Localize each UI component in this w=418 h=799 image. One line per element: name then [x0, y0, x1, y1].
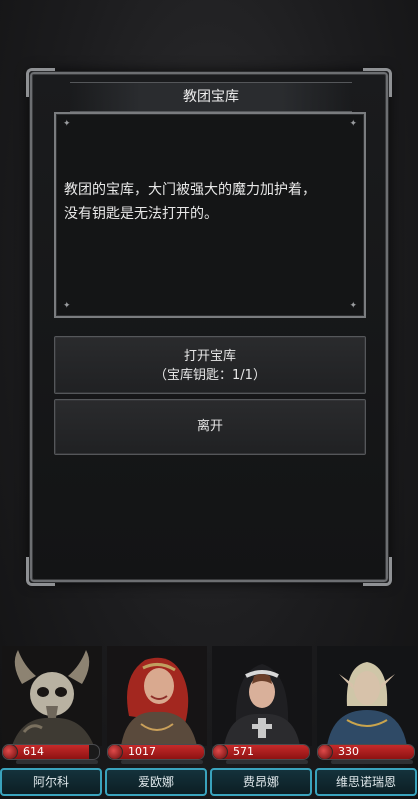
sparkle-icon: ✦ [63, 301, 71, 311]
party-member-2[interactable]: 1017 爱欧娜 [105, 636, 209, 799]
health-orb-icon [318, 745, 333, 759]
member-name-tab[interactable]: 爱欧娜 [105, 768, 207, 796]
sparkle-icon: ✦ [349, 301, 357, 311]
mana-bar [226, 760, 308, 764]
hp-bar: 571 [212, 744, 310, 760]
health-orb-icon [213, 745, 228, 759]
hp-value: 571 [233, 745, 254, 758]
member-name-tab[interactable]: 维思诺瑞恩 [315, 768, 417, 796]
mana-bar [121, 760, 203, 764]
dialog-title: 教团宝库 [70, 82, 352, 112]
message-box: ✦ ✦ ✦ ✦ 教团的宝库，大门被强大的魔力加护着， 没有钥匙是无法打开的。 [54, 112, 366, 318]
event-message: 教团的宝库，大门被强大的魔力加护着， 没有钥匙是无法打开的。 [64, 178, 356, 226]
party-member-3[interactable]: 571 费昂娜 [210, 636, 314, 799]
party-member-4[interactable]: 330 维思诺瑞恩 [315, 636, 418, 799]
portrait-hooded-nun[interactable] [212, 646, 312, 746]
event-dialog: 教团宝库 ✦ ✦ ✦ ✦ 教团的宝库，大门被强大的魔力加护着， 没有钥匙是无法打… [26, 68, 392, 586]
health-orb-icon [108, 745, 123, 759]
open-vault-button[interactable]: 打开宝库 （宝库钥匙：1/1） [54, 336, 366, 394]
open-vault-label: 打开宝库 [183, 349, 236, 364]
sparkle-icon: ✦ [63, 119, 71, 129]
frame-corner-ornament [26, 557, 55, 586]
hp-bar: 614 [2, 744, 100, 760]
portrait-horned-skull-warrior[interactable] [2, 646, 102, 746]
party-member-1[interactable]: 614 阿尔科 [0, 636, 104, 799]
hp-bar: 330 [317, 744, 415, 760]
portrait-red-haired-warrior[interactable] [107, 646, 207, 746]
health-orb-icon [3, 745, 18, 759]
member-name-tab[interactable]: 阿尔科 [0, 768, 102, 796]
message-line: 没有钥匙是无法打开的。 [64, 206, 218, 222]
frame-corner-ornament [363, 68, 392, 97]
sparkle-icon: ✦ [349, 119, 357, 129]
frame-corner-ornament [363, 557, 392, 586]
hp-value: 1017 [128, 745, 156, 758]
leave-button[interactable]: 离开 [54, 399, 366, 455]
mana-bar [16, 760, 98, 764]
hp-value: 614 [23, 745, 44, 758]
portrait-elf-mage[interactable] [317, 646, 417, 746]
hp-value: 330 [338, 745, 359, 758]
hp-bar: 1017 [107, 744, 205, 760]
party-bar: 614 阿尔科 1017 爱欧娜 571 费昂娜 330 维思诺瑞恩 [0, 636, 418, 799]
vault-key-count: （宝库钥匙：1/1） [154, 368, 266, 383]
mana-bar [331, 760, 413, 764]
message-line: 教团的宝库，大门被强大的魔力加护着， [64, 182, 316, 198]
member-name-tab[interactable]: 费昂娜 [210, 768, 312, 796]
frame-corner-ornament [26, 68, 55, 97]
